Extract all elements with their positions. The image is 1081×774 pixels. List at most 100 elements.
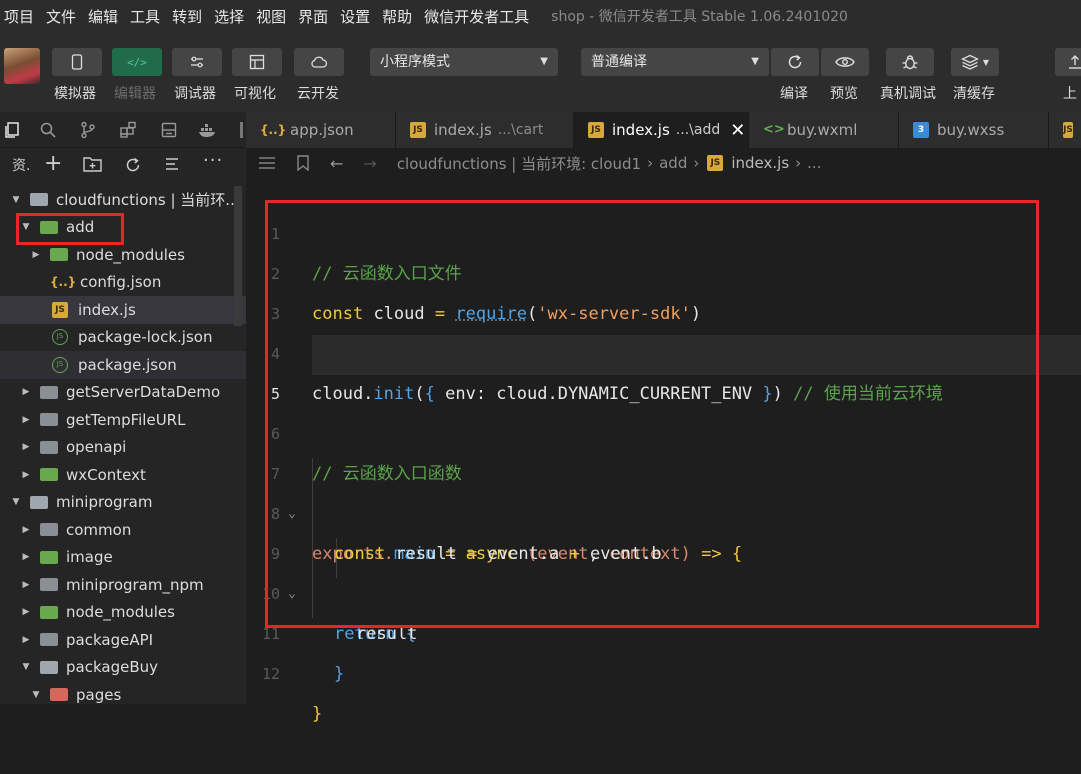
tree-item-node-modules-2[interactable]: ▶ node_modules [0,599,246,627]
tree-item-openapi[interactable]: ▶ openapi [0,434,246,462]
explorer-icon[interactable] [0,118,24,142]
source-control-icon[interactable] [76,118,100,142]
tree-item-getserverdatademo[interactable]: ▶ getServerDataDemo [0,379,246,407]
storage-icon[interactable] [157,118,181,142]
menu-select[interactable]: 选择 [214,6,244,27]
tree-label: miniprogram_npm [66,575,204,594]
compile-select-value: 普通编译 [591,54,647,70]
layers-icon [960,54,979,70]
search-icon[interactable] [36,118,60,142]
more-tools-icon[interactable] [240,122,243,138]
menu-settings[interactable]: 设置 [340,6,370,27]
more-icon[interactable]: ··· [203,150,223,171]
menu-tools[interactable]: 工具 [130,6,160,27]
tab-index-js-cart[interactable]: JS index.js ...\cart [396,112,574,148]
tab-app-json[interactable]: {..} app.json [246,112,396,148]
refresh-icon[interactable] [124,156,142,174]
preview-button[interactable] [821,48,869,76]
explorer-header: 资. + ··· [0,148,246,182]
cloud-dev-button[interactable] [294,48,344,76]
window-title: shop - 微信开发者工具 Stable 1.06.2401020 [551,9,848,25]
tree-item-packageapi[interactable]: ▶ packageAPI [0,626,246,654]
js-file-icon: JS [588,122,604,138]
docker-icon[interactable] [196,118,220,142]
breadcrumb-folder[interactable]: add [659,154,687,172]
tree-label: common [66,520,132,539]
tree-item-gettempfileurl[interactable]: ▶ getTempFileURL [0,406,246,434]
js-file-icon: JS [52,301,68,318]
menu-wechat-devtools[interactable]: 微信开发者工具 [424,6,529,27]
visual-button[interactable] [232,48,282,76]
upload-button[interactable] [1055,48,1081,76]
forward-arrow-icon[interactable]: → [363,154,376,173]
folder-icon [40,385,58,399]
layout-icon [249,54,265,70]
extensions-icon[interactable] [116,118,140,142]
back-arrow-icon[interactable]: ← [330,154,343,173]
line-number: 12 [261,665,280,683]
tree-item-wxcontext[interactable]: ▶ wxContext [0,461,246,489]
tree-label: getServerDataDemo [66,383,221,402]
tree-item-cloudfunctions[interactable]: ▼ cloudfunctions | 当前环... [0,186,246,214]
chevron-right-icon: ▶ [22,607,30,618]
chevron-right-icon: ▶ [22,414,30,425]
breadcrumb-file[interactable]: index.js [731,154,789,172]
menu-project[interactable]: 项目 [4,6,34,27]
tab-path: ...\add [675,122,721,138]
breadcrumb-tail[interactable]: ... [807,154,821,172]
tree-item-image[interactable]: ▶ image [0,544,246,572]
tree-item-index-js[interactable]: JS index.js [0,296,246,324]
avatar[interactable] [4,48,40,84]
chevron-down-icon: ▼ [12,497,20,508]
simulator-button[interactable] [52,48,102,76]
tab-buy-wxss[interactable]: 3 buy.wxss [899,112,1049,148]
tab-label: index.js [434,121,492,139]
phone-icon [71,54,83,70]
list-icon[interactable] [258,156,276,170]
tab-overflow[interactable]: JS [1049,112,1081,148]
chevron-right-icon: ▶ [22,579,30,590]
tree-item-package-lock-json[interactable]: JS package-lock.json [0,324,246,352]
clear-cache-button[interactable]: ▼ [951,48,999,76]
menu-help[interactable]: 帮助 [382,6,412,27]
close-icon[interactable]: ✕ [730,120,745,141]
menu-view[interactable]: 视图 [256,6,286,27]
annotation-box-code [265,200,1039,628]
tree-label: config.json [80,273,162,292]
editor-button[interactable]: </> [112,48,162,76]
folder-icon [50,248,68,262]
real-debug-button[interactable] [886,48,934,76]
folder-icon [40,413,58,427]
compile-select[interactable]: 普通编译 ▼ [581,48,769,76]
sidebar-scrollbar[interactable] [234,186,242,326]
bookmark-icon[interactable] [296,155,310,171]
node-file-icon: JS [52,329,68,346]
tree-item-miniprogram[interactable]: ▼ miniprogram [0,489,246,517]
tree-item-miniprogram-npm[interactable]: ▶ miniprogram_npm [0,571,246,599]
tree-item-packagebuy[interactable]: ▼ packageBuy [0,654,246,682]
cloud-dev-label: 云开发 [297,86,339,102]
tree-label: packageBuy [66,658,158,677]
menu-edit[interactable]: 编辑 [88,6,118,27]
menu-interface[interactable]: 界面 [298,6,328,27]
breadcrumb-root[interactable]: cloudfunctions | 当前环境: cloud1 [397,153,641,174]
new-file-icon[interactable]: + [44,151,62,176]
mode-select[interactable]: 小程序模式 ▼ [370,48,558,76]
tab-index-js-add[interactable]: JS index.js ...\add ✕ [574,112,749,148]
tree-item-node-modules[interactable]: ▶ node_modules [0,241,246,269]
tree-item-config-json[interactable]: {..} config.json [0,269,246,297]
menu-file[interactable]: 文件 [46,6,76,27]
tree-item-pages[interactable]: ▼ pages [0,681,246,704]
new-folder-icon[interactable] [83,156,102,172]
tree-item-package-json[interactable]: JS package.json [0,351,246,379]
compile-label: 编译 [780,86,808,102]
menu-goto[interactable]: 转到 [172,6,202,27]
code-editor[interactable]: ← → cloudfunctions | 当前环境: cloud1 › add … [246,148,1081,724]
debugger-button[interactable] [172,48,222,76]
bug-icon [902,55,918,70]
tree-item-common[interactable]: ▶ common [0,516,246,544]
collapse-all-icon[interactable] [164,156,182,172]
compile-button[interactable] [771,48,819,76]
folder-open-icon [30,495,48,509]
tab-buy-wxml[interactable]: <> buy.wxml [749,112,899,148]
